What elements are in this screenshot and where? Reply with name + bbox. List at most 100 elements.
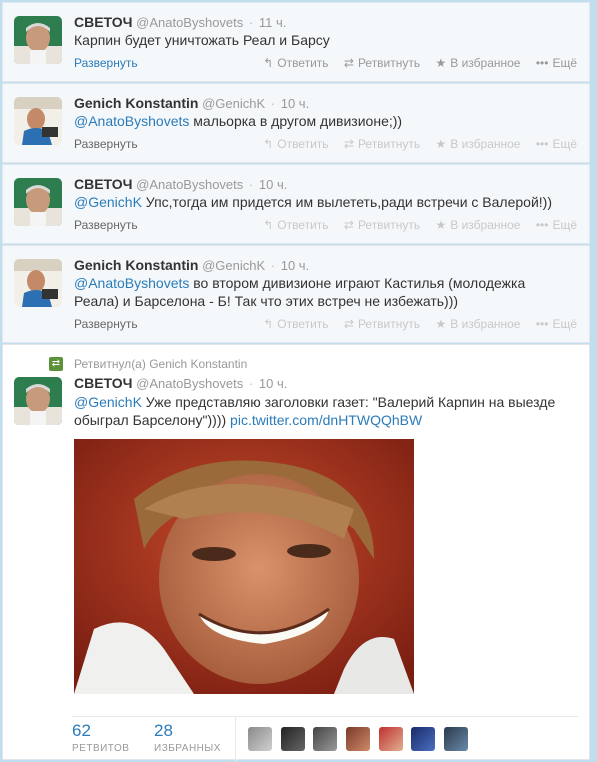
mention-link[interactable]: @AnatoByshovets (74, 113, 189, 129)
more-button[interactable]: ••• Ещё (536, 137, 577, 151)
more-button[interactable]: ••• Ещё (536, 317, 577, 331)
retweet-button[interactable]: ⇄ Ретвитнуть (344, 218, 420, 232)
more-label: Ещё (552, 137, 577, 151)
engager-avatar[interactable] (443, 727, 468, 751)
reply-icon: ↰ (263, 56, 274, 70)
fullname[interactable]: СВЕТОЧ (74, 14, 133, 30)
engager-avatar[interactable] (345, 727, 370, 751)
more-icon: ••• (535, 137, 549, 151)
avatar[interactable] (14, 377, 62, 425)
timestamp[interactable]: 10 ч. (281, 258, 309, 273)
mention-link[interactable]: @AnatoByshovets (74, 275, 189, 291)
retweet-label: Ретвитнуть (357, 218, 421, 232)
more-button[interactable]: ••• Ещё (536, 56, 577, 70)
engager-avatar[interactable] (411, 727, 436, 751)
separator-dot: · (248, 15, 254, 30)
retweet-icon: ⇄ (343, 218, 354, 232)
tweet-actions: ↰ Ответить ⇄ Ретвитнуть ★ В избранное ••• Ещ… (251, 218, 577, 232)
favorite-button[interactable]: ★ В избранное (435, 137, 520, 151)
mention-link[interactable]: @GenichK (74, 194, 142, 210)
reply-label: Ответить (277, 317, 329, 331)
tweet-text: @AnatoByshovets во втором дивизионе игра… (74, 274, 582, 310)
username[interactable]: @AnatoByshovets (136, 15, 243, 30)
fullname[interactable]: Genich Konstantin (74, 257, 198, 273)
username[interactable]: @GenichK (202, 96, 265, 111)
tweet-header: СВЕТОЧ @AnatoByshovets · 11 ч. (74, 14, 286, 32)
tweet-text: @AnatoByshovets мальорка в другом дивизи… (74, 112, 582, 130)
username[interactable]: @AnatoByshovets (136, 177, 243, 192)
reply-button[interactable]: ↰ Ответить (263, 317, 328, 331)
retweet-label: Ретвитнуть (357, 317, 421, 331)
reply-button[interactable]: ↰ Ответить (263, 56, 328, 70)
retweet-button[interactable]: ⇄ Ретвитнуть (344, 56, 420, 70)
expand-link[interactable]: Развернуть (74, 137, 138, 151)
retweet-button[interactable]: ⇄ Ретвитнуть (344, 317, 420, 331)
more-icon: ••• (535, 317, 549, 331)
engager-avatars (248, 727, 473, 751)
star-icon: ★ (435, 317, 447, 331)
fullname[interactable]: СВЕТОЧ (74, 375, 133, 391)
tweet-text-line2: Реала) и Барселона - Б! Так что этих вст… (74, 293, 459, 309)
retweet-icon: ⇄ (343, 56, 354, 70)
favorite-button[interactable]: ★ В избранное (435, 56, 520, 70)
favorite-label: В избранное (450, 56, 521, 70)
retweet-context: ⇄ Ретвитнул(а) Genich Konstantin (49, 357, 247, 371)
favorite-button[interactable]: ★ В избранное (435, 218, 520, 232)
expand-link[interactable]: Развернуть (74, 56, 138, 70)
username[interactable]: @GenichK (202, 258, 265, 273)
tweet-photo[interactable] (74, 439, 414, 694)
reply-icon: ↰ (263, 137, 274, 151)
favorite-button[interactable]: ★ В избранное (435, 317, 520, 331)
tweet-stream: СВЕТОЧ @AnatoByshovets · 11 ч. Карпин бу… (0, 0, 597, 762)
more-icon: ••• (535, 218, 549, 232)
avatar[interactable] (14, 178, 62, 226)
expand-link[interactable]: Развернуть (74, 317, 138, 331)
reply-button[interactable]: ↰ Ответить (263, 137, 328, 151)
engager-avatar[interactable] (378, 727, 403, 751)
retweet-button[interactable]: ⇄ Ретвитнуть (344, 137, 420, 151)
pic-link[interactable]: pic.twitter.com/dnHTWQQhBW (230, 412, 422, 428)
expand-link[interactable]: Развернуть (74, 218, 138, 232)
retweets-label: РЕТВИТОВ (72, 743, 130, 754)
more-button[interactable]: ••• Ещё (536, 218, 577, 232)
tweet-text: @GenichK Уже представляю заголовки газет… (74, 393, 582, 429)
timestamp[interactable]: 10 ч. (259, 376, 287, 391)
tweet-actions: ↰ Ответить ⇄ Ретвитнуть ★ В избранное ••• Ещ… (251, 137, 577, 151)
tweet-text-body: Упс,тогда им придется им вылететь,ради в… (141, 194, 552, 210)
reply-button[interactable]: ↰ Ответить (263, 218, 328, 232)
tweet-text-line2: обыграл Барселону")))) (74, 412, 231, 428)
tweet-item[interactable]: Genich Konstantin @GenichK · 10 ч. @Anat… (2, 83, 590, 163)
favorites-stat[interactable]: 28 ИЗБРАННЫХ (154, 721, 221, 754)
separator-dot: · (270, 96, 276, 111)
fullname[interactable]: Genich Konstantin (74, 95, 198, 111)
retweets-stat[interactable]: 62 РЕТВИТОВ (72, 721, 129, 754)
tweet-item[interactable]: СВЕТОЧ @AnatoByshovets · 10 ч. @GenichK … (2, 164, 590, 244)
username[interactable]: @AnatoByshovets (136, 376, 243, 391)
separator-dot: · (248, 376, 254, 391)
fullname[interactable]: СВЕТОЧ (74, 176, 133, 192)
more-label: Ещё (552, 218, 577, 232)
timestamp[interactable]: 11 ч. (259, 15, 287, 30)
separator-dot: · (248, 177, 254, 192)
timestamp[interactable]: 10 ч. (259, 177, 287, 192)
favorites-count: 28 (154, 721, 173, 740)
tweet-item[interactable]: Genich Konstantin @GenichK · 10 ч. @Anat… (2, 245, 590, 343)
tweet-actions: ↰ Ответить ⇄ Ретвитнуть ★ В избранное ••• Ещ… (251, 317, 577, 331)
tweet-actions: ↰ Ответить ⇄ Ретвитнуть ★ В избранное ••• Ещ… (251, 56, 577, 70)
avatar[interactable] (14, 97, 62, 145)
star-icon: ★ (435, 137, 447, 151)
stats-divider (235, 717, 236, 762)
engager-avatar[interactable] (280, 727, 305, 751)
mention-link[interactable]: @GenichK (74, 394, 142, 410)
retweet-context-label[interactable]: Ретвитнул(а) Genich Konstantin (74, 357, 247, 371)
tweet-item-expanded[interactable]: ⇄ Ретвитнул(а) Genich Konstantin СВЕТОЧ … (2, 344, 590, 762)
avatar[interactable] (14, 16, 62, 64)
separator-dot: · (270, 258, 276, 273)
tweet-item[interactable]: СВЕТОЧ @AnatoByshovets · 11 ч. Карпин бу… (2, 2, 590, 82)
engager-avatar[interactable] (248, 727, 272, 751)
tweet-text-line1: во втором дивизионе играют Кастилья (мол… (189, 275, 526, 291)
timestamp[interactable]: 10 ч. (281, 96, 309, 111)
avatar[interactable] (14, 259, 62, 307)
engager-avatar[interactable] (313, 727, 338, 751)
tweet-text-line1: Уже представляю заголовки газет: "Валери… (141, 394, 556, 410)
